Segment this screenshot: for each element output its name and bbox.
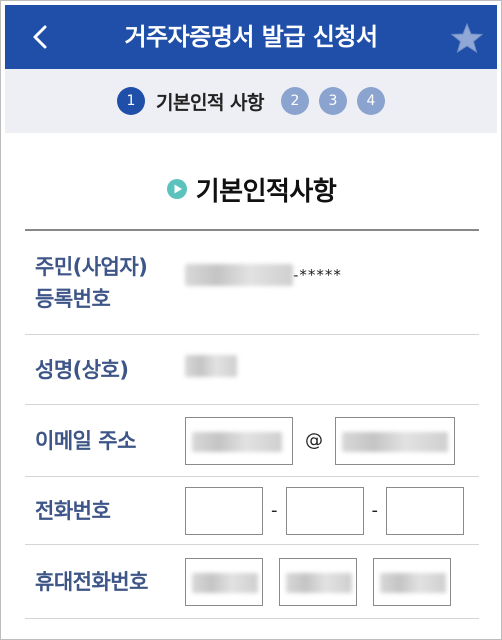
email-at-sign: @ (305, 430, 323, 451)
rrn-value: -***** (185, 231, 479, 334)
header-bar: 거주자증명서 발급 신청서 (5, 5, 497, 69)
email-label: 이메일 주소 (35, 428, 136, 453)
rrn-label-line1: 주민(사업자) (35, 254, 148, 279)
phone-sep-2: - (371, 500, 379, 521)
rrn-masked-suffix: -***** (293, 265, 342, 284)
mobile-value (185, 545, 479, 618)
back-button[interactable] (27, 23, 55, 51)
star-icon (450, 22, 484, 54)
section-title: 기본인적사항 (195, 176, 337, 207)
rrn-redacted (185, 263, 293, 286)
rrn-row: 주민(사업자) 등록번호 -***** (25, 231, 479, 335)
step-4[interactable]: 4 (357, 87, 385, 115)
step-3[interactable]: 3 (319, 87, 347, 115)
basic-info-form: 주민(사업자) 등록번호 -***** 성명(상호) 이메일 주소 @ 전화번호… (25, 229, 479, 619)
name-value (185, 335, 479, 404)
phone-label: 전화번호 (35, 498, 111, 523)
play-circle-icon (166, 179, 187, 199)
email-value: @ (185, 405, 479, 476)
name-redacted (185, 354, 237, 377)
step-1[interactable]: 1 (117, 87, 145, 115)
email-id-input[interactable] (185, 416, 293, 465)
phone-middle-input[interactable] (285, 486, 364, 535)
rrn-label: 주민(사업자) 등록번호 (25, 251, 185, 315)
email-row: 이메일 주소 @ (25, 405, 479, 477)
mobile-middle-input[interactable] (279, 557, 357, 606)
name-label: 성명(상호) (35, 357, 129, 382)
email-id-redacted (192, 431, 282, 452)
mobile-last-redacted (380, 572, 446, 593)
mobile-last-input[interactable] (373, 557, 451, 606)
app-frame: 거주자증명서 발급 신청서 1 기본인적 사항 2 3 4 기본인적사항 주민(… (0, 0, 502, 640)
mobile-prefix-redacted (192, 572, 258, 593)
step-2[interactable]: 2 (281, 87, 309, 115)
mobile-label: 휴대전화번호 (35, 569, 148, 594)
phone-value: - - (185, 477, 479, 544)
page-title: 거주자증명서 발급 신청서 (124, 23, 378, 51)
email-domain-input[interactable] (335, 416, 455, 465)
phone-last-input[interactable] (386, 486, 464, 535)
email-domain-redacted (342, 431, 448, 452)
section-heading: 기본인적사항 (1, 169, 501, 209)
rrn-label-line2: 등록번호 (35, 286, 111, 311)
favorite-button[interactable] (450, 22, 484, 54)
mobile-row: 휴대전화번호 (25, 545, 479, 619)
phone-row: 전화번호 - - (25, 477, 479, 545)
step-indicator: 1 기본인적 사항 2 3 4 (5, 69, 497, 133)
mobile-middle-redacted (286, 572, 352, 593)
name-row: 성명(상호) (25, 335, 479, 405)
phone-area-input[interactable] (185, 486, 263, 535)
phone-sep-1: - (271, 500, 278, 521)
mobile-prefix-input[interactable] (185, 557, 263, 606)
step-1-label: 기본인적 사항 (156, 91, 265, 114)
chevron-left-icon (33, 25, 47, 49)
